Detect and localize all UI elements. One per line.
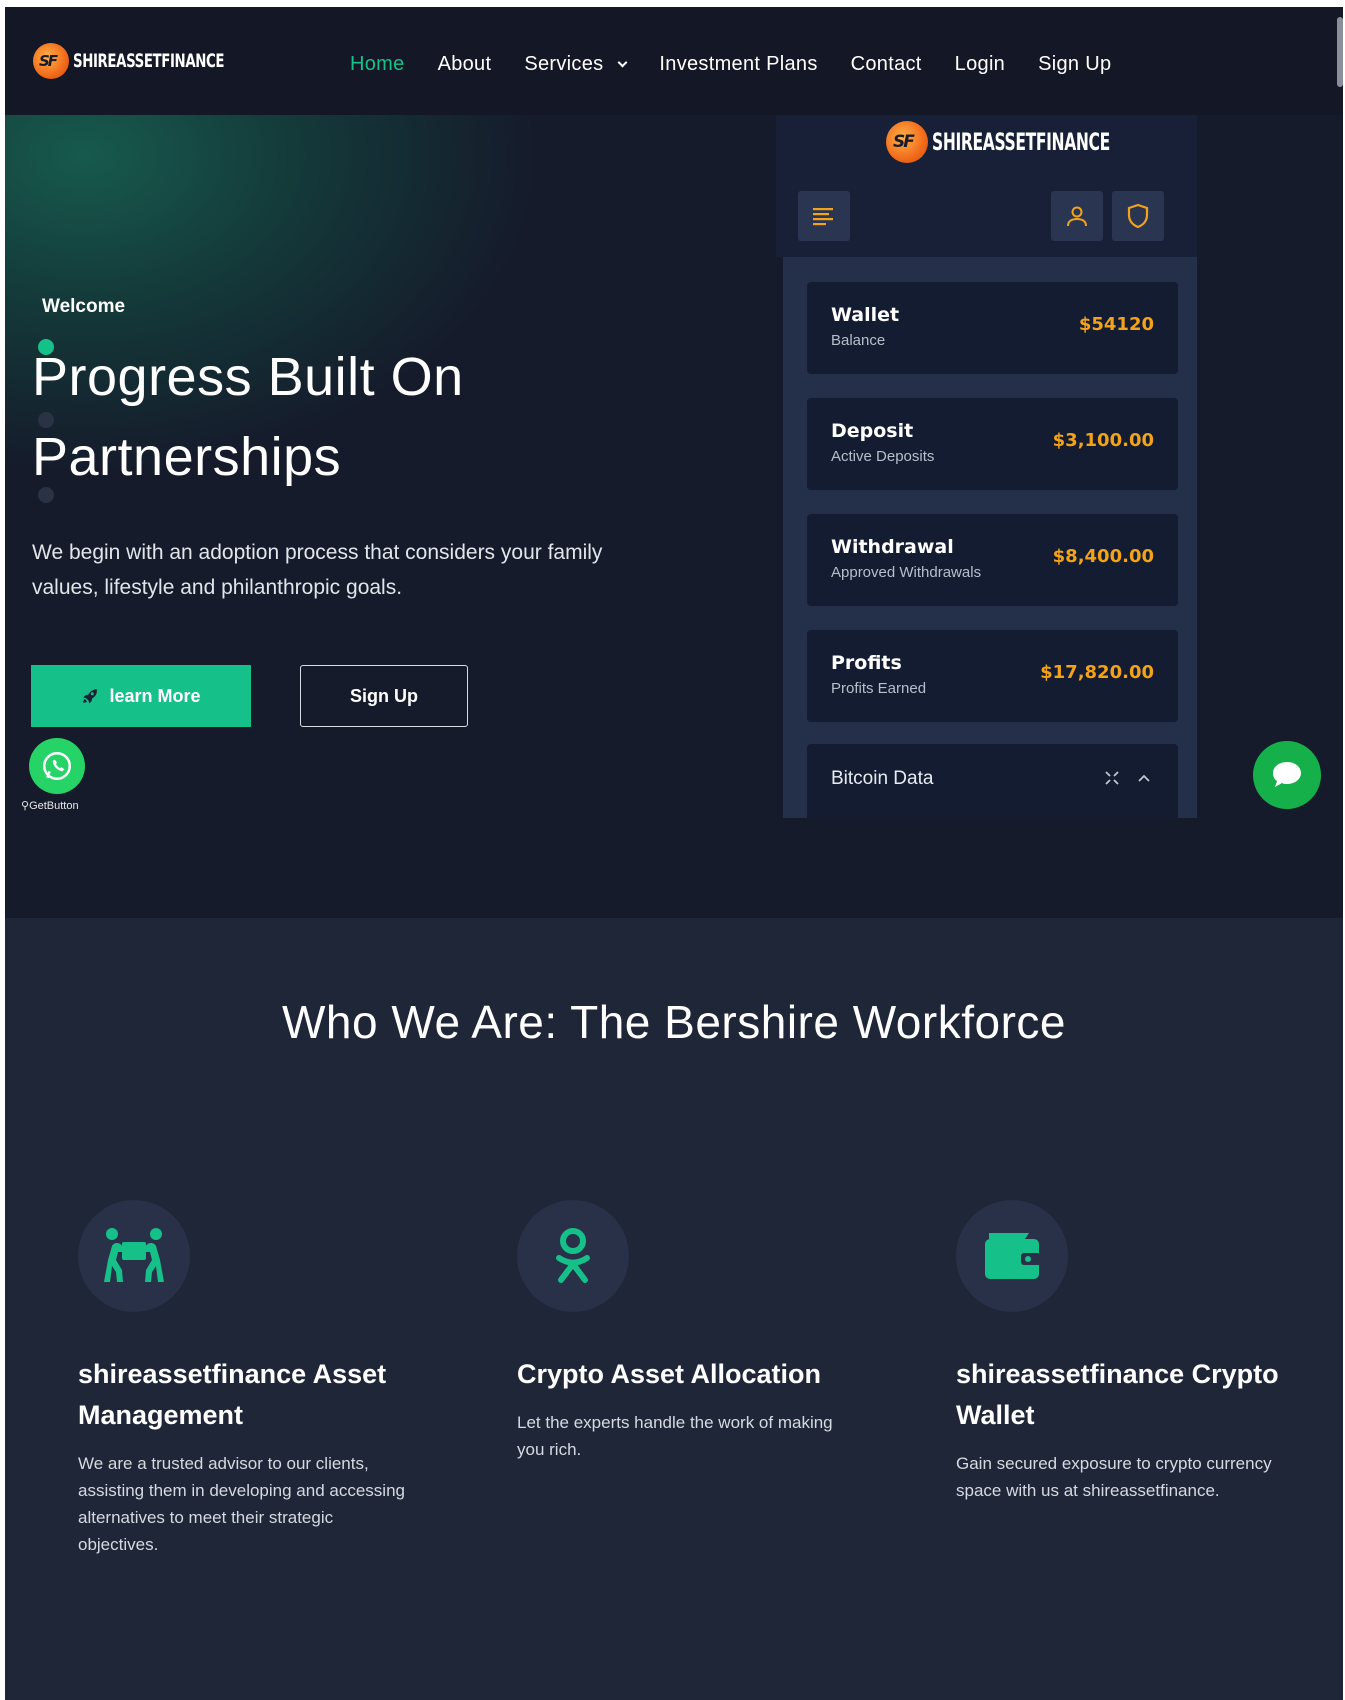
nav-about[interactable]: About	[438, 53, 492, 76]
dashboard-logo-text: SHIREASSETFINANCE	[932, 128, 1110, 156]
card-subtitle: Approved Withdrawals	[831, 564, 982, 581]
chevron-up-icon[interactable]	[1136, 770, 1152, 786]
learn-more-label: learn More	[109, 685, 201, 706]
nav-sign-up[interactable]: Sign Up	[1038, 53, 1111, 76]
feature-title: shireassetfinance Crypto Wallet	[956, 1359, 1279, 1430]
feature-text: We are a trusted advisor to our clients,…	[78, 1454, 405, 1554]
nav-services[interactable]: Services	[524, 53, 628, 76]
hero-title: Progress Built On Partnerships	[32, 337, 732, 497]
rocket-icon	[83, 689, 98, 704]
feature-asset-management: shireassetfinance Asset Management We ar…	[78, 1200, 438, 1558]
nav-home[interactable]: Home	[350, 53, 405, 76]
withdrawal-card[interactable]: Withdrawal Approved Withdrawals $8,400.0…	[807, 514, 1178, 606]
whatsapp-button[interactable]	[29, 738, 85, 794]
getbutton-label: GetButton	[29, 800, 79, 812]
card-subtitle: Active Deposits	[831, 448, 935, 465]
card-title: Profits	[831, 652, 902, 674]
hero-section: Welcome Progress Built On Partnerships W…	[5, 115, 1343, 818]
wallet-card[interactable]: Wallet Balance $54120	[807, 282, 1178, 374]
card-subtitle: Balance	[831, 332, 886, 349]
getbutton-credit[interactable]: ⚲GetButton	[21, 799, 79, 812]
people-carry-icon	[104, 1228, 164, 1282]
nav-investment-plans[interactable]: Investment Plans	[659, 53, 817, 76]
dashboard-logo: SHIREASSETFINANCE	[886, 121, 1179, 163]
hero-title-line1: Progress Built On	[32, 347, 464, 407]
profile-button[interactable]	[1051, 191, 1103, 241]
chat-button[interactable]	[1253, 741, 1321, 809]
chat-bubble-icon	[1273, 762, 1301, 787]
widget-controls	[1104, 770, 1152, 786]
card-title: Deposit	[831, 420, 914, 442]
hero-title-line2: Partnerships	[32, 427, 342, 487]
site-logo[interactable]: SHIREASSETFINANCE	[33, 43, 267, 79]
nav-contact[interactable]: Contact	[851, 53, 922, 76]
profits-card[interactable]: Profits Profits Earned $17,820.00	[807, 630, 1178, 722]
feature-icon-circle	[517, 1200, 629, 1312]
dashboard-body: Wallet Balance $54120 Deposit Active Dep…	[783, 257, 1197, 818]
odnoklassniki-icon	[556, 1228, 590, 1283]
whatsapp-icon	[42, 751, 72, 781]
card-title: Wallet	[831, 304, 900, 326]
scrollbar[interactable]	[1337, 17, 1343, 87]
hero-bottom-strip	[5, 818, 1343, 918]
user-icon	[1067, 206, 1087, 227]
feature-icon-circle	[956, 1200, 1068, 1312]
hero-welcome: Welcome	[42, 296, 126, 317]
bitcoin-data-title: Bitcoin Data	[831, 768, 934, 789]
wallet-icon	[985, 1233, 1041, 1279]
deposit-card[interactable]: Deposit Active Deposits $3,100.00	[807, 398, 1178, 490]
nav-services-label: Services	[524, 53, 604, 75]
feature-title: Crypto Asset Allocation	[517, 1359, 822, 1389]
who-we-are-title: Who We Are: The Bershire Workforce	[282, 996, 1066, 1048]
feature-title: shireassetfinance Asset Management	[78, 1359, 387, 1430]
menu-button[interactable]	[798, 191, 850, 241]
logo-icon	[33, 43, 69, 79]
feature-text: Gain secured exposure to crypto currency…	[956, 1454, 1272, 1500]
feature-crypto-wallet: shireassetfinance Crypto Wallet Gain sec…	[956, 1200, 1316, 1504]
site-header: SHIREASSETFINANCE Home About Services In…	[5, 7, 1343, 115]
card-subtitle: Profits Earned	[831, 680, 927, 697]
hero-subtitle: We begin with an adoption process that c…	[32, 541, 603, 599]
card-value: $54120	[1078, 314, 1154, 335]
hero-sign-up-button[interactable]: Sign Up	[300, 665, 468, 727]
nav-login[interactable]: Login	[955, 53, 1005, 76]
card-value: $17,820.00	[1040, 662, 1154, 683]
card-value: $8,400.00	[1052, 546, 1154, 567]
feature-text: Let the experts handle the work of makin…	[517, 1413, 833, 1459]
chevron-down-icon	[617, 57, 628, 68]
menu-lines-icon	[813, 208, 833, 226]
feature-icon-circle	[78, 1200, 190, 1312]
collapse-arrows-icon[interactable]	[1104, 770, 1120, 786]
security-button[interactable]	[1112, 191, 1164, 241]
dashboard-header: SHIREASSETFINANCE	[776, 115, 1197, 257]
shield-icon	[1127, 203, 1149, 229]
card-title: Withdrawal	[831, 536, 954, 558]
main-nav: Home About Services Investment Plans Con…	[350, 53, 1144, 76]
learn-more-button[interactable]: learn More	[31, 665, 251, 727]
bitcoin-data-widget: Bitcoin Data	[807, 744, 1178, 818]
card-value: $3,100.00	[1052, 430, 1154, 451]
logo-text: SHIREASSETFINANCE	[73, 50, 225, 72]
logo-icon	[886, 121, 928, 163]
feature-crypto-allocation: Crypto Asset Allocation Let the experts …	[517, 1200, 877, 1463]
page-frame: SHIREASSETFINANCE Home About Services In…	[5, 7, 1343, 1700]
